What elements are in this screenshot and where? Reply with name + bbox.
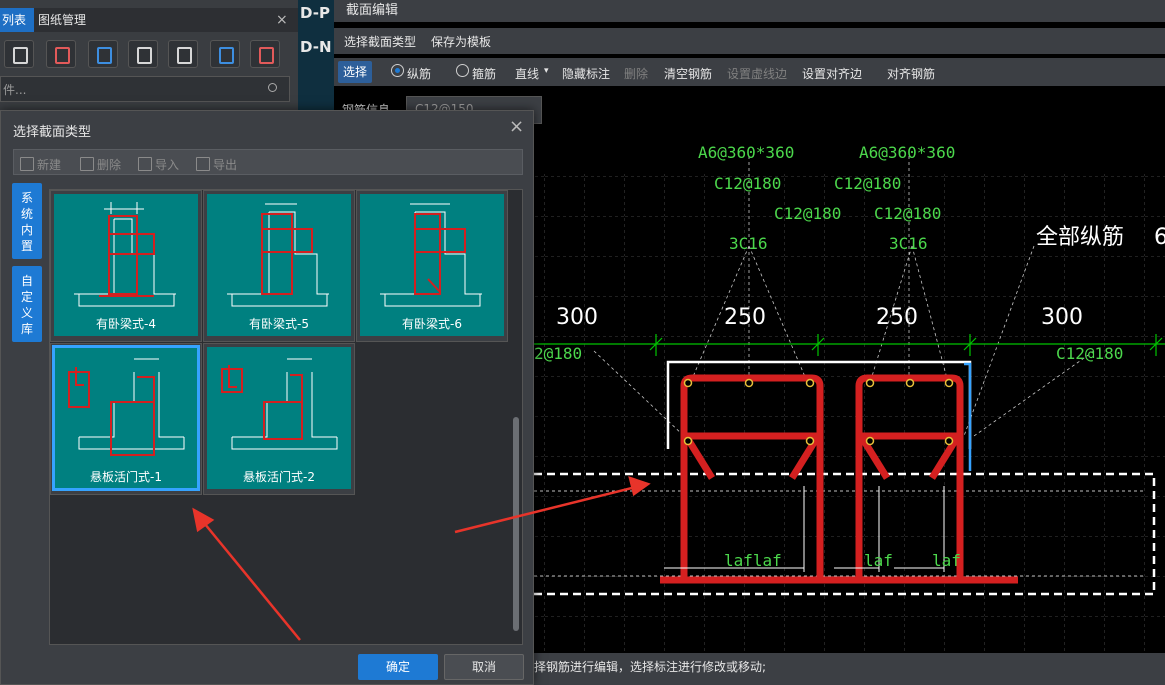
export-label: 导出 xyxy=(213,158,238,172)
search-icon[interactable] xyxy=(268,83,277,92)
tab-custom-library[interactable]: 自定义库 xyxy=(12,266,42,342)
laf-label[interactable]: laf xyxy=(932,551,961,570)
stirrup-radio[interactable] xyxy=(456,64,469,77)
section-editor-menu: 选择截面类型 保存为模板 xyxy=(334,28,1165,54)
template-tile[interactable]: 有卧梁式-6 xyxy=(356,190,508,342)
dimension-value[interactable]: 250 xyxy=(724,305,766,330)
all-longitudinal-count: 6 xyxy=(1154,225,1165,250)
ok-button[interactable]: 确定 xyxy=(358,654,438,680)
laf-label[interactable]: laflaf xyxy=(724,551,782,570)
template-preview: 有卧梁式-5 xyxy=(207,194,351,336)
template-tile[interactable]: 悬板活门式-1 xyxy=(50,343,202,495)
search-placeholder: 件... xyxy=(3,83,27,97)
set-align-edge-button[interactable]: 设置对齐边 xyxy=(802,65,862,82)
section-editor-title: 截面编辑 xyxy=(334,0,1165,22)
tab-list[interactable]: 列表 xyxy=(0,8,34,32)
menu-save-template[interactable]: 保存为模板 xyxy=(431,33,491,50)
template-label: 有卧梁式-4 xyxy=(96,317,156,331)
tab-system-builtin[interactable]: 系统内置 xyxy=(12,183,42,259)
export-icon xyxy=(196,157,210,171)
select-section-type-dialog: 选择截面类型 × 新建 删除 导入 导出 系统内置 自定义库 有卧梁式-4 有卧… xyxy=(0,110,534,685)
tab-drawing-management[interactable]: 图纸管理 xyxy=(38,8,86,32)
laf-label[interactable]: laf xyxy=(864,551,893,570)
select-button[interactable]: 选择 xyxy=(338,61,372,83)
edit-icon[interactable] xyxy=(168,40,198,68)
rebar-label[interactable]: C12@180 xyxy=(834,174,901,193)
template-label: 悬板活门式-2 xyxy=(243,470,315,484)
longitudinal-radio[interactable] xyxy=(391,64,404,77)
template-tile[interactable]: 有卧梁式-5 xyxy=(203,190,355,342)
hide-label-button[interactable]: 隐藏标注 xyxy=(562,65,610,82)
section-editor-toolbar: 选择 纵筋 箍筋 直线 ▾ 隐藏标注 删除 清空钢筋 设置虚线边 设置对齐边 对… xyxy=(334,58,1165,86)
set-dashed-edge-button[interactable]: 设置虚线边 xyxy=(727,65,787,82)
delete-button[interactable]: 删除 xyxy=(624,65,648,82)
longitudinal-label[interactable]: 纵筋 xyxy=(407,65,431,82)
delete-button[interactable]: 删除 xyxy=(80,156,121,173)
scrollbar[interactable] xyxy=(513,417,519,631)
import-icon[interactable] xyxy=(128,40,158,68)
chevron-down-icon[interactable]: ▾ xyxy=(544,66,549,76)
import-label: 导入 xyxy=(155,158,180,172)
export-icon[interactable] xyxy=(250,40,280,68)
template-preview: 有卧梁式-4 xyxy=(54,194,198,336)
drawing-thumbnail-strip: D-P D-N xyxy=(298,0,334,110)
clear-rebar-button[interactable]: 清空钢筋 xyxy=(664,65,712,82)
stirrup-label[interactable]: 箍筋 xyxy=(472,65,496,82)
dialog-toolbar: 新建 删除 导入 导出 xyxy=(13,149,523,175)
template-label: 有卧梁式-6 xyxy=(402,317,462,331)
duplicate-icon[interactable] xyxy=(88,40,118,68)
new-button[interactable]: 新建 xyxy=(20,156,61,173)
import-icon xyxy=(138,157,152,171)
template-preview: 悬板活门式-2 xyxy=(207,347,351,489)
copy-icon[interactable] xyxy=(4,40,34,68)
all-longitudinal-label[interactable]: 全部纵筋 xyxy=(1036,225,1124,250)
left-tabs: 列表 图纸管理 × xyxy=(0,8,298,32)
template-grid: 有卧梁式-4 有卧梁式-5 有卧梁式-6 悬板活门式-1 悬板活门式-2 xyxy=(49,189,523,645)
rebar-label[interactable]: 3C16 xyxy=(889,234,928,253)
axis-label: D-N xyxy=(300,38,332,56)
new-icon xyxy=(20,157,34,171)
rebar-label[interactable]: 3C16 xyxy=(729,234,768,253)
new-label: 新建 xyxy=(37,158,62,172)
close-icon[interactable]: × xyxy=(509,116,524,137)
export-button[interactable]: 导出 xyxy=(196,156,237,173)
rebar-label[interactable]: C12@180 xyxy=(714,174,781,193)
dimension-value[interactable]: 300 xyxy=(556,305,598,330)
template-label: 有卧梁式-5 xyxy=(249,317,309,331)
template-tile[interactable]: 有卧梁式-4 xyxy=(50,190,202,342)
template-label: 悬板活门式-1 xyxy=(90,470,162,484)
stirrup-label[interactable]: A6@360*360 xyxy=(859,143,955,162)
rebar-label[interactable]: C12@180 xyxy=(774,204,841,223)
axis-label: D-P xyxy=(300,4,330,22)
dimension-value[interactable]: 250 xyxy=(876,305,918,330)
rebar-label[interactable]: C12@180 xyxy=(874,204,941,223)
left-toolbar xyxy=(0,40,298,68)
dimension-value[interactable]: 300 xyxy=(1041,305,1083,330)
line-dropdown[interactable]: 直线 xyxy=(515,65,539,82)
menu-select-section-type[interactable]: 选择截面类型 xyxy=(344,33,416,50)
template-tile[interactable]: 悬板活门式-2 xyxy=(203,343,355,495)
search-input[interactable]: 件... xyxy=(0,76,290,102)
delete-icon xyxy=(80,157,94,171)
template-preview: 有卧梁式-6 xyxy=(360,194,504,336)
template-preview: 悬板活门式-1 xyxy=(52,345,200,491)
import-button[interactable]: 导入 xyxy=(138,156,179,173)
delete-icon[interactable] xyxy=(46,40,76,68)
list-icon[interactable] xyxy=(210,40,240,68)
close-icon[interactable]: × xyxy=(276,8,288,32)
delete-label: 删除 xyxy=(97,158,122,172)
align-rebar-button[interactable]: 对齐钢筋 xyxy=(887,65,935,82)
rebar-label[interactable]: 2@180 xyxy=(534,344,582,363)
cancel-button[interactable]: 取消 xyxy=(444,654,524,680)
rebar-label[interactable]: C12@180 xyxy=(1056,344,1123,363)
dialog-title: 选择截面类型 xyxy=(13,125,92,140)
stirrup-label[interactable]: A6@360*360 xyxy=(698,143,794,162)
